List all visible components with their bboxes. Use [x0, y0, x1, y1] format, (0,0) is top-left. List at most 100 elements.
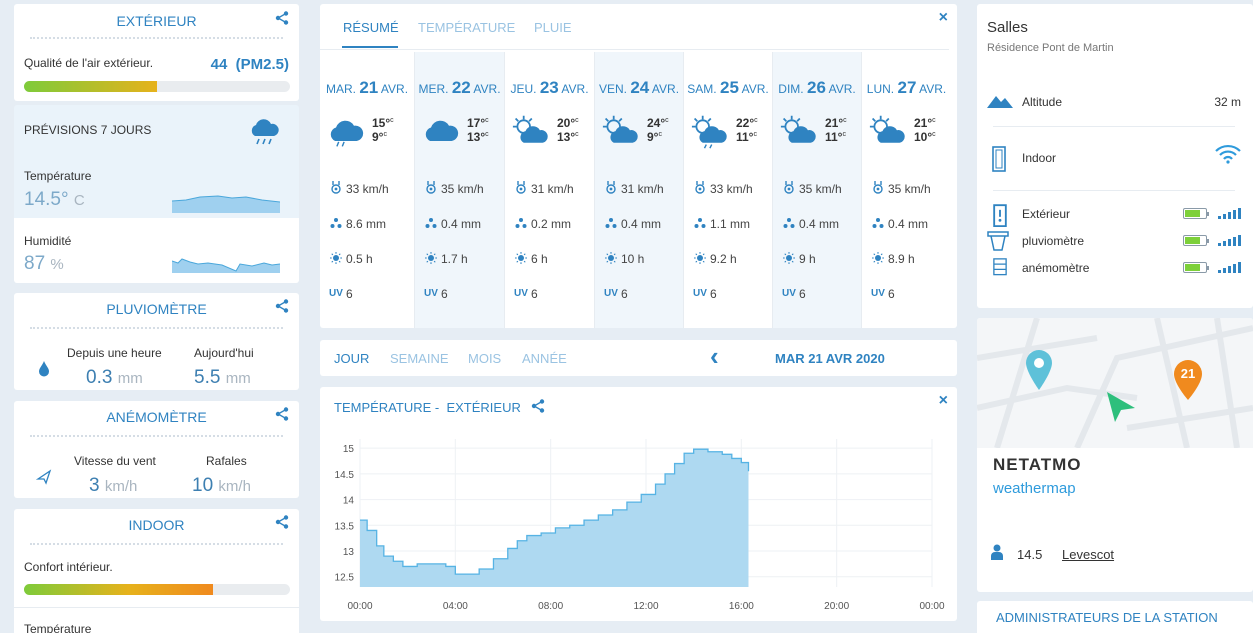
sunshine-value: 8.9 h [888, 252, 915, 266]
station-name: Salles [987, 19, 1028, 36]
forecast-day-25[interactable]: SAM. 25 AVR. 22°c 11°c 33 km/h 1.1 mm 9.… [683, 52, 772, 328]
sun-icon [783, 251, 795, 265]
day-month: AVR. [651, 82, 680, 96]
tab-temperature[interactable]: TEMPÉRATURE [418, 20, 515, 35]
mountain-icon [987, 96, 1013, 108]
exterieur-title: EXTÉRIEUR [116, 13, 197, 29]
wind-gust-value: 10 km/h [192, 475, 251, 497]
close-icon[interactable]: × [939, 9, 948, 27]
share-icon[interactable] [275, 11, 289, 25]
share-icon[interactable] [531, 399, 545, 413]
air-quality-number: 44 [210, 56, 228, 73]
map-pin-orange[interactable]: 21 [1173, 360, 1203, 400]
temperature-area [360, 449, 749, 587]
temp-min-value: 10° [914, 130, 933, 144]
sun-cloud-icon [869, 115, 905, 143]
forecast-card[interactable]: PRÉVISIONS 7 JOURS Température 14.5° C H… [14, 105, 299, 283]
forecast-day-24[interactable]: VEN. 24 AVR. 24°c 9°c 31 km/h 0.4 mm 10 … [594, 52, 683, 328]
uv-label: UV [782, 288, 796, 299]
day-number: 23 [539, 78, 559, 97]
rain-icon [694, 216, 706, 230]
y-tick-label: 14 [343, 496, 355, 507]
weathermap-card[interactable]: 21 NETATMO weathermap 14.5 Levescot [977, 318, 1253, 592]
uv-value: 6 [710, 287, 717, 301]
temp-min-unit: c [575, 131, 579, 138]
temp-min-value: 9° [372, 130, 384, 144]
temp-max-value: 20° [557, 116, 576, 130]
divider [30, 327, 283, 329]
cloud-icon [425, 120, 459, 141]
day-month: AVR. [919, 82, 947, 96]
temp-min-unit: c [658, 131, 662, 138]
air-quality-label: Qualité de l'air extérieur. [24, 56, 154, 70]
temp-min-unit: c [485, 131, 489, 138]
sun-icon [515, 251, 527, 265]
period-tab-annee[interactable]: ANNÉE [522, 351, 567, 366]
forecast-humidity-number: 87 [24, 253, 46, 274]
uv-value: 6 [531, 287, 538, 301]
altitude-value: 32 m [1214, 95, 1241, 109]
rain-today-value: 5.5 mm [194, 367, 251, 389]
wind-value: 31 km/h [621, 182, 664, 196]
x-tick-label: 00:00 [919, 601, 944, 612]
user-value: 14.5 [1017, 547, 1043, 562]
sun-cloud-icon [602, 115, 638, 143]
day-of-week: MAR. [325, 82, 356, 96]
humidity-sparkline [172, 258, 280, 273]
anemometre-title: ANÉMOMÈTRE [106, 409, 207, 425]
tab-pluie[interactable]: PLUIE [534, 20, 572, 35]
temp-min-value: 11° [825, 130, 843, 144]
forecast-day-23[interactable]: JEU. 23 AVR. 20°c 13°c 31 km/h 0.2 mm 6 … [504, 52, 594, 328]
forecast-day-22[interactable]: MER. 22 AVR. 17°c 13°c 35 km/h 0.4 mm 1.… [414, 52, 504, 328]
day-of-week: VEN. [598, 82, 627, 96]
temp-min-value: 13° [467, 130, 486, 144]
tab-resume[interactable]: RÉSUMÉ [343, 20, 399, 35]
forecast-day-27[interactable]: LUN. 27 AVR. 21°c 10°c 35 km/h 0.4 mm 8.… [861, 52, 951, 328]
period-tab-semaine[interactable]: SEMAINE [390, 351, 449, 366]
sun-icon [330, 251, 342, 265]
chart-panel: TEMPÉRATURE - EXTÉRIEUR × 15 14.5 14 13.5 13… [320, 387, 957, 621]
y-tick-label: 15 [343, 444, 355, 455]
forecast-humidity-value: 87 % [24, 253, 64, 275]
close-icon[interactable]: × [939, 392, 948, 410]
day-of-week: DIM. [778, 82, 804, 96]
sunshine-value: 9 h [799, 252, 816, 266]
sun-icon [425, 251, 437, 265]
wind-speed-value: 3 km/h [89, 475, 137, 497]
sun-cloud-icon [780, 115, 816, 143]
temp-max-value: 22° [736, 116, 755, 130]
forecast-day-21[interactable]: MAR. 21 AVR. 15°c 9°c 33 km/h 8.6 mm 0.5… [320, 52, 414, 328]
rain-icon [783, 216, 795, 230]
prev-date-icon[interactable]: ‹ [710, 341, 719, 372]
forecast-day-26[interactable]: DIM. 26 AVR. 21°c 11°c 35 km/h 0.4 mm 9 … [772, 52, 861, 328]
rain-value: 0.4 mm [621, 217, 662, 231]
share-icon[interactable] [275, 515, 289, 529]
day-of-week: SAM. [687, 82, 717, 96]
user-icon [991, 544, 1003, 560]
temp-min: 9°c [647, 130, 662, 144]
uv-value: 6 [621, 287, 628, 301]
chart-title-b[interactable]: EXTÉRIEUR [446, 400, 520, 415]
navigation-arrow-icon [1107, 392, 1135, 422]
comfort-bar [24, 584, 290, 595]
forecast-day-header: MAR. 21 AVR. [320, 78, 414, 98]
temp-max-unit: c [575, 117, 579, 124]
period-tab-mois[interactable]: MOIS [468, 351, 501, 366]
forecast-humidity-label: Humidité [24, 234, 72, 248]
chart-title-a: TEMPÉRATURE - [334, 400, 440, 415]
user-name-link[interactable]: Levescot [1062, 547, 1114, 562]
divider [14, 607, 299, 608]
anemometre-card: ANÉMOMÈTRE Vitesse du vent 3 km/h Rafale… [14, 401, 299, 498]
forecast-temp-number: 14.5° [24, 189, 69, 210]
forecast-panel: RÉSUMÉ TEMPÉRATURE PLUIE × MAR. 21 AVR. … [320, 4, 957, 328]
share-icon[interactable] [275, 299, 289, 313]
temp-max: 21°c [914, 116, 936, 130]
sunshine-value: 10 h [621, 252, 645, 266]
uv-label: UV [514, 288, 528, 299]
period-tab-jour[interactable]: JOUR [334, 351, 369, 366]
signal-icon [1218, 261, 1244, 273]
x-tick-label: 08:00 [538, 601, 563, 612]
share-icon[interactable] [275, 407, 289, 421]
uv-label: UV [424, 288, 438, 299]
temp-max: 15°c [372, 116, 394, 130]
